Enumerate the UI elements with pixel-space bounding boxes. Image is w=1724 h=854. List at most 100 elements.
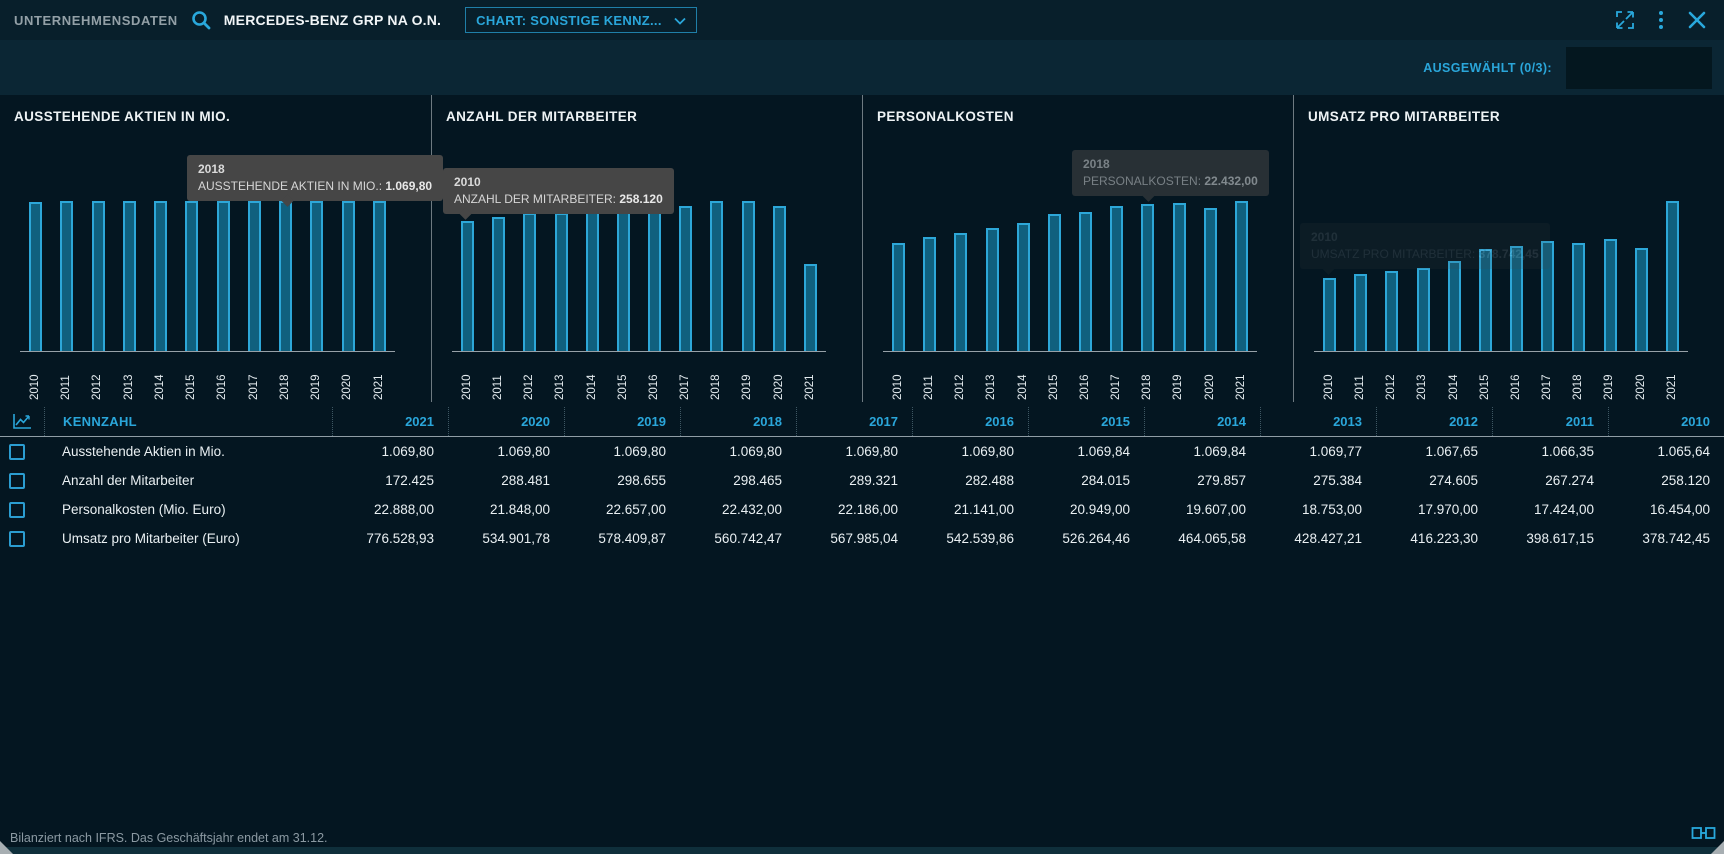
- bar[interactable]: [1323, 278, 1336, 351]
- bar[interactable]: [492, 217, 505, 351]
- resize-handle-left[interactable]: [0, 841, 13, 854]
- bar[interactable]: [648, 209, 661, 351]
- chart-select-dropdown[interactable]: CHART: SONSTIGE KENNZ...: [465, 7, 697, 33]
- bar[interactable]: [60, 201, 73, 351]
- bar[interactable]: [92, 201, 105, 351]
- metric-value: 1.069,77: [1260, 444, 1376, 459]
- row-checkbox[interactable]: [9, 473, 25, 489]
- x-axis-label: 2020: [1205, 356, 1217, 400]
- metric-label: Personalkosten (Mio. Euro): [44, 502, 332, 517]
- x-axis-label: 2014: [1018, 356, 1030, 400]
- x-axis-label: 2021: [1667, 356, 1679, 400]
- chart-tooltip: 2010UMSATZ PRO MITARBEITER: 378.742,45: [1300, 223, 1550, 269]
- resize-handle-right[interactable]: [1711, 841, 1724, 854]
- bar[interactable]: [954, 233, 967, 351]
- bar[interactable]: [1173, 203, 1186, 351]
- bar[interactable]: [1604, 239, 1617, 351]
- kebab-menu-icon[interactable]: [1648, 7, 1674, 33]
- x-axis-label: 2010: [30, 356, 42, 400]
- table-row: Ausstehende Aktien in Mio.1.069,801.069,…: [0, 437, 1724, 466]
- x-axis-label: 2010: [462, 356, 474, 400]
- metric-value: 282.488: [912, 473, 1028, 488]
- charts-row: AUSSTEHENDE AKTIEN IN MIO. 20102011201220…: [0, 95, 1724, 402]
- table-row: Anzahl der Mitarbeiter172.425288.481298.…: [0, 466, 1724, 495]
- bar[interactable]: [123, 201, 136, 351]
- x-axis-label: 2015: [1049, 356, 1061, 400]
- bar[interactable]: [154, 201, 167, 351]
- metric-value: 288.481: [448, 473, 564, 488]
- bar[interactable]: [1417, 268, 1430, 351]
- bar[interactable]: [523, 213, 536, 351]
- bar[interactable]: [1141, 204, 1154, 351]
- bar[interactable]: [279, 201, 292, 351]
- tooltip-year: 2010: [1311, 230, 1539, 244]
- bar[interactable]: [310, 201, 323, 351]
- bar[interactable]: [248, 201, 261, 351]
- bar[interactable]: [29, 202, 42, 351]
- selected-count-label: AUSGEWÄHLT (0/3):: [1423, 61, 1552, 75]
- bar[interactable]: [1385, 271, 1398, 351]
- chart-plot: [1314, 189, 1688, 352]
- metric-value: 22.657,00: [564, 502, 680, 517]
- bar[interactable]: [1017, 223, 1030, 351]
- bar[interactable]: [217, 201, 230, 351]
- chart-title: UMSATZ PRO MITARBEITER: [1308, 109, 1500, 124]
- bar[interactable]: [986, 228, 999, 351]
- x-axis-label: 2014: [587, 356, 599, 400]
- metric-value: 267.274: [1492, 473, 1608, 488]
- bar[interactable]: [773, 206, 786, 351]
- bar[interactable]: [342, 201, 355, 351]
- bar[interactable]: [679, 206, 692, 351]
- tooltip-year: 2018: [1083, 157, 1258, 171]
- column-header-year: 2010: [1608, 407, 1724, 436]
- bar[interactable]: [373, 201, 386, 351]
- bar[interactable]: [586, 210, 599, 351]
- x-axis-label: 2012: [955, 356, 967, 400]
- bar[interactable]: [1048, 214, 1061, 351]
- column-header-year: 2018: [680, 407, 796, 436]
- bar[interactable]: [742, 201, 755, 351]
- bar[interactable]: [1572, 243, 1585, 351]
- bar[interactable]: [1635, 248, 1648, 351]
- x-axis-label: 2015: [1480, 356, 1492, 400]
- chart-line-icon[interactable]: [0, 407, 44, 436]
- x-axis-label: 2018: [711, 356, 723, 400]
- bar[interactable]: [1354, 274, 1367, 351]
- row-checkbox[interactable]: [9, 502, 25, 518]
- x-axis-label: 2016: [1080, 356, 1092, 400]
- metric-value: 398.617,15: [1492, 531, 1608, 546]
- table-row: Umsatz pro Mitarbeiter (Euro)776.528,935…: [0, 524, 1724, 553]
- x-axis: 2010201120122013201420152016201720182019…: [20, 356, 395, 400]
- chart-title: AUSSTEHENDE AKTIEN IN MIO.: [14, 109, 230, 124]
- bar[interactable]: [185, 201, 198, 351]
- metric-value: 378.742,45: [1608, 531, 1724, 546]
- column-header-year: 2017: [796, 407, 912, 436]
- bar[interactable]: [1666, 201, 1679, 351]
- column-header-year: 2011: [1492, 407, 1608, 436]
- bar[interactable]: [1448, 261, 1461, 351]
- bar[interactable]: [461, 221, 474, 351]
- metric-value: 428.427,21: [1260, 531, 1376, 546]
- x-axis-label: 2018: [280, 356, 292, 400]
- bar[interactable]: [1235, 201, 1248, 351]
- x-axis-label: 2013: [1417, 356, 1429, 400]
- bar[interactable]: [804, 264, 817, 351]
- bar[interactable]: [923, 237, 936, 351]
- close-icon[interactable]: [1684, 7, 1710, 33]
- bar[interactable]: [555, 213, 568, 351]
- metric-value: 275.384: [1260, 473, 1376, 488]
- metric-value: 1.067,65: [1376, 444, 1492, 459]
- bar[interactable]: [710, 201, 723, 351]
- bar[interactable]: [892, 243, 905, 351]
- expand-icon[interactable]: [1612, 7, 1638, 33]
- search-icon[interactable]: [188, 7, 214, 33]
- x-axis-label: 2018: [1573, 356, 1585, 400]
- row-checkbox[interactable]: [9, 444, 25, 460]
- bar[interactable]: [1079, 212, 1092, 351]
- bar[interactable]: [617, 208, 630, 351]
- bar[interactable]: [1204, 208, 1217, 351]
- bar[interactable]: [1110, 206, 1123, 351]
- row-checkbox[interactable]: [9, 531, 25, 547]
- metric-value: 21.141,00: [912, 502, 1028, 517]
- table-row: Personalkosten (Mio. Euro)22.888,0021.84…: [0, 495, 1724, 524]
